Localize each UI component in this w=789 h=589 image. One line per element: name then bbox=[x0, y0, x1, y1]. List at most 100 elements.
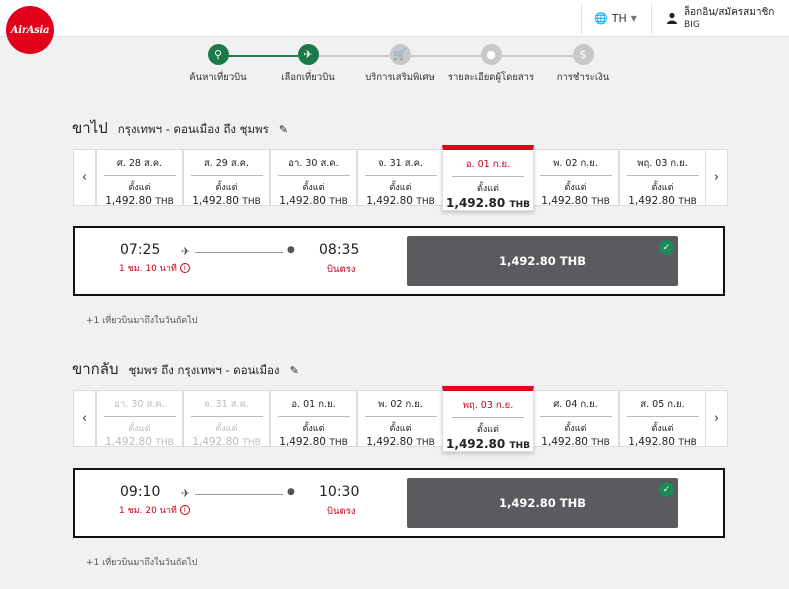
direct-flight-label: บินตรง bbox=[327, 506, 356, 517]
outbound-route: กรุงเทพฯ - ดอนเมือง ถึง ชุมพร bbox=[117, 122, 269, 136]
date-option[interactable]: ส. 29 ส.ค. ตั้งแต่ 1,492.80 THB bbox=[183, 149, 270, 207]
inbound-title: ขากลับ ชุมพร ถึง กรุงเทพฯ - ดอนเมือง ✎ bbox=[72, 357, 299, 381]
date-option[interactable]: พฤ. 03 ก.ย. ตั้งแต่ 1,492.80 THB bbox=[619, 149, 706, 207]
date-option[interactable]: พฤ. 03 ก.ย. ตั้งแต่ 1,492.80 THB bbox=[442, 386, 534, 452]
date-option[interactable]: อ. 01 ก.ย. ตั้งแต่ 1,492.80 THB bbox=[270, 390, 357, 448]
currency: THB bbox=[678, 197, 697, 207]
price-value: 1,492.80 bbox=[446, 437, 506, 451]
date-label: จ. 31 ส.ค. bbox=[364, 156, 437, 176]
date-option[interactable]: พ. 02 ก.ย. ตั้งแต่ 1,492.80 THB bbox=[357, 390, 444, 448]
date-price: 1,492.80 THB bbox=[446, 437, 530, 451]
date-label: พฤ. 03 ก.ย. bbox=[452, 398, 524, 418]
price-value: 1,492.80 bbox=[279, 195, 326, 207]
date-price: 1,492.80 THB bbox=[541, 436, 610, 448]
cart-icon: 🛒 bbox=[389, 44, 411, 65]
step-label: รายละเอียดผู้โดยสาร bbox=[447, 72, 535, 83]
fare-button[interactable]: 1,492.80 THB ✓ bbox=[407, 236, 678, 286]
info-icon[interactable]: i bbox=[179, 263, 190, 273]
currency: THB bbox=[329, 197, 348, 207]
outbound-date-carousel: ‹ ศ. 28 ส.ค. ตั้งแต่ 1,492.80 THB ส. 29 ส.ค.… bbox=[73, 145, 728, 211]
fare-price: 1,492.80 THB bbox=[499, 254, 586, 268]
person-icon: ● bbox=[480, 44, 502, 65]
from-label: ตั้งแต่ bbox=[564, 183, 587, 193]
date-label: ศ. 04 ก.ย. bbox=[539, 397, 612, 417]
chevron-left-icon[interactable]: ‹ bbox=[73, 149, 96, 206]
date-price: 1,492.80 THB bbox=[628, 436, 697, 448]
date-price: 1,492.80 THB bbox=[105, 195, 174, 207]
step-label: ค้นหาเที่ยวบิน bbox=[189, 72, 247, 83]
flight-duration: 1 ชม. 20 นาที i bbox=[119, 503, 190, 517]
inbound-heading: ขากลับ bbox=[72, 360, 119, 378]
from-label: ตั้งแต่ bbox=[389, 183, 412, 193]
currency: THB bbox=[329, 438, 348, 448]
step-2: ✈ เลือกเที่ยวบิน bbox=[258, 44, 358, 85]
flight-duration: 1 ชม. 10 นาที i bbox=[119, 261, 190, 275]
from-label: ตั้งแต่ bbox=[128, 183, 151, 193]
currency: THB bbox=[242, 438, 261, 448]
location-pin-icon: ● bbox=[287, 487, 295, 497]
search-icon: ⚲ bbox=[207, 44, 229, 65]
date-option[interactable]: อา. 30 ส.ค. ตั้งแต่ 1,492.80 THB bbox=[270, 149, 357, 207]
currency: THB bbox=[155, 438, 174, 448]
from-label: ตั้งแต่ bbox=[302, 183, 325, 193]
date-list: อา. 30 ส.ค. ตั้งแต่ 1,492.80 THB จ. 31 ส.ค.… bbox=[96, 386, 706, 452]
date-price: 1,492.80 THB bbox=[366, 436, 435, 448]
step-label: บริการเสริมพิเศษ bbox=[365, 72, 435, 83]
from-label: ตั้งแต่ bbox=[651, 424, 674, 434]
top-header: 🌐 TH ▼ ล็อกอิน/สมัครสมาชิก BIG bbox=[0, 0, 789, 37]
currency: THB bbox=[155, 197, 174, 207]
inbound-next-day-note: +1 เที่ยวบินมาถึงในวันถัดไป bbox=[86, 558, 198, 568]
date-label: ส. 29 ส.ค. bbox=[190, 156, 263, 176]
language-label: TH bbox=[611, 12, 627, 25]
date-label: พฤ. 03 ก.ย. bbox=[626, 156, 699, 176]
login-button[interactable]: ล็อกอิน/สมัครสมาชิก BIG bbox=[651, 3, 789, 34]
date-label: จ. 31 ส.ค. bbox=[190, 397, 263, 417]
from-label: ตั้งแต่ bbox=[651, 183, 674, 193]
dollar-icon: $ bbox=[572, 44, 594, 65]
departure-time: 07:25 bbox=[120, 242, 161, 258]
price-value: 1,492.80 bbox=[446, 196, 506, 210]
date-option[interactable]: พ. 02 ก.ย. ตั้งแต่ 1,492.80 THB bbox=[532, 149, 619, 207]
date-price: 1,492.80 THB bbox=[192, 195, 261, 207]
from-label: ตั้งแต่ bbox=[128, 424, 151, 434]
chevron-right-icon[interactable]: › bbox=[705, 149, 728, 206]
chevron-left-icon[interactable]: ‹ bbox=[73, 390, 96, 447]
chevron-right-icon[interactable]: › bbox=[705, 390, 728, 447]
language-selector[interactable]: 🌐 TH ▼ bbox=[581, 3, 649, 34]
airasia-logo[interactable]: AirAsia bbox=[6, 6, 54, 54]
date-option[interactable]: จ. 31 ส.ค. ตั้งแต่ 1,492.80 THB bbox=[357, 149, 444, 207]
step-5: $ การชำระเงิน bbox=[533, 44, 633, 85]
info-icon[interactable]: i bbox=[179, 505, 190, 515]
date-option: จ. 31 ส.ค. ตั้งแต่ 1,492.80 THB bbox=[183, 390, 270, 448]
step-1[interactable]: ⚲ ค้นหาเที่ยวบิน bbox=[168, 44, 268, 85]
date-label: อ. 01 ก.ย. bbox=[452, 157, 524, 177]
plane-icon: ✈ bbox=[181, 487, 191, 500]
date-label: ส. 05 ก.ย. bbox=[626, 397, 699, 417]
outbound-next-day-note: +1 เที่ยวบินมาถึงในวันถัดไป bbox=[86, 316, 198, 326]
inbound-flight-card[interactable]: 09:10 1 ชม. 20 นาที i ✈ ● 10:30 บินตรง 1,492.80… bbox=[73, 468, 725, 538]
price-value: 1,492.80 bbox=[279, 436, 326, 448]
globe-icon: 🌐 bbox=[594, 12, 608, 25]
user-icon bbox=[666, 9, 678, 28]
date-option[interactable]: ส. 05 ก.ย. ตั้งแต่ 1,492.80 THB bbox=[619, 390, 706, 448]
edit-pencil-icon[interactable]: ✎ bbox=[279, 123, 288, 136]
fare-button[interactable]: 1,492.80 THB ✓ bbox=[407, 478, 678, 528]
arrival-time: 08:35 bbox=[319, 242, 360, 258]
outbound-flight-card[interactable]: 07:25 1 ชม. 10 นาที i ✈ ● 08:35 บินตรง 1,492.80… bbox=[73, 226, 725, 296]
date-label: อา. 30 ส.ค. bbox=[277, 156, 350, 176]
location-pin-icon: ● bbox=[287, 245, 295, 255]
date-option[interactable]: อ. 01 ก.ย. ตั้งแต่ 1,492.80 THB bbox=[442, 145, 534, 211]
currency: THB bbox=[416, 438, 435, 448]
date-price: 1,492.80 THB bbox=[192, 436, 261, 448]
date-option[interactable]: ศ. 28 ส.ค. ตั้งแต่ 1,492.80 THB bbox=[96, 149, 183, 207]
edit-pencil-icon[interactable]: ✎ bbox=[290, 364, 299, 377]
fare-price: 1,492.80 THB bbox=[499, 496, 586, 510]
outbound-title: ขาไป กรุงเทพฯ - ดอนเมือง ถึง ชุมพร ✎ bbox=[72, 116, 288, 140]
price-value: 1,492.80 bbox=[628, 436, 675, 448]
date-option[interactable]: ศ. 04 ก.ย. ตั้งแต่ 1,492.80 THB bbox=[532, 390, 619, 448]
price-value: 1,492.80 bbox=[366, 436, 413, 448]
date-price: 1,492.80 THB bbox=[279, 195, 348, 207]
date-price: 1,492.80 THB bbox=[366, 195, 435, 207]
departure-time: 09:10 bbox=[120, 484, 161, 500]
step-4: ● รายละเอียดผู้โดยสาร bbox=[441, 44, 541, 85]
